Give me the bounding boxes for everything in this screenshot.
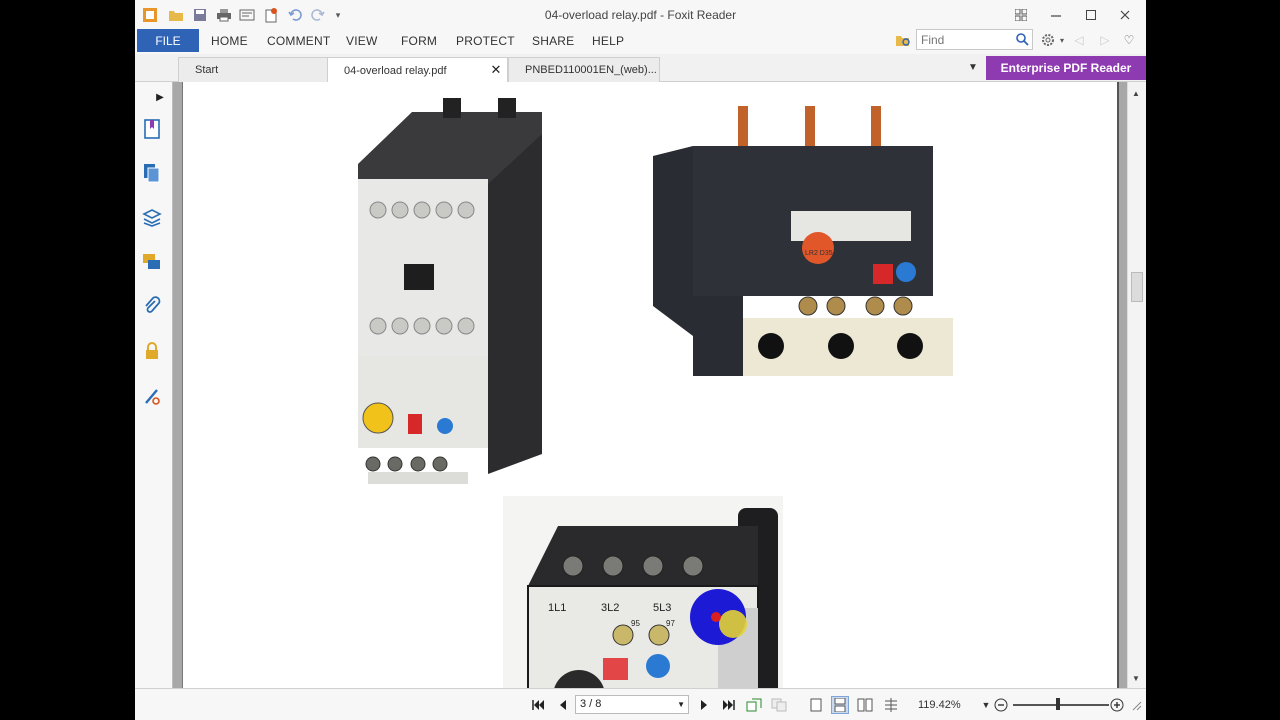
zoom-level[interactable]: 119.42% [918,699,961,711]
security-lock-icon[interactable] [141,340,163,362]
close-window-button[interactable] [1116,6,1134,24]
page-thumbnails-icon[interactable] [141,162,163,184]
zoom-out-icon[interactable] [992,696,1010,714]
terminal-label-3l2: 3L2 [601,602,619,614]
bookmark-icon[interactable] [141,118,163,140]
page-number-value: 3 / 8 [580,698,602,710]
tab-label: PNBED110001EN_(web)... [525,64,657,76]
tab-label: 04-overload relay.pdf [344,64,447,77]
forward-arrow-icon[interactable]: ▷ [1097,32,1113,48]
zoom-in-icon[interactable] [1108,696,1126,714]
zoom-slider-thumb[interactable] [1056,698,1060,710]
title-bar: ▾ 04-overload relay.pdf - Foxit Reader [135,0,1146,30]
layout-grid-icon[interactable] [1012,6,1030,24]
minimize-button[interactable] [1047,6,1065,24]
pdf-page: LR2 D35 1L1 3L2 5L3 95 97 [182,82,1119,688]
contact-label-97: 97 [666,619,675,628]
menu-share[interactable]: SHARE [532,34,574,48]
single-page-view-icon[interactable] [807,696,825,714]
page-number-field[interactable]: 3 / 8 ▼ [575,695,689,714]
settings-dropdown-icon[interactable]: ▾ [1054,32,1070,48]
menu-form[interactable]: FORM [401,34,437,48]
status-bar: 3 / 8 ▼ 119.42% ▼ [135,688,1146,720]
go-to-view-icon[interactable] [745,696,763,714]
facing-view-icon[interactable] [856,696,874,714]
tab-start[interactable]: Start [178,57,328,82]
continuous-facing-view-icon[interactable] [882,696,900,714]
expand-panel-icon[interactable]: ▶ [149,86,171,108]
menu-protect[interactable]: PROTECT [456,34,515,48]
foxit-reader-window: ▾ 04-overload relay.pdf - Foxit Reader F… [135,0,1146,720]
contact-label-95: 95 [631,619,640,628]
window-title: 04-overload relay.pdf - Foxit Reader [544,8,737,22]
close-tab-icon[interactable]: ✕ [489,62,503,77]
tab-label: Start [195,64,219,76]
relay-closeup-photo: 1L1 3L2 5L3 95 97 [503,496,783,688]
continuous-view-icon[interactable] [831,696,849,714]
file-menu-button[interactable]: FILE [137,29,199,52]
tab-overload-relay[interactable]: 04-overload relay.pdf ✕ [327,57,508,83]
menu-help[interactable]: HELP [592,34,624,48]
menu-view[interactable]: VIEW [346,34,377,48]
layers-icon[interactable] [141,207,163,229]
signature-icon[interactable] [141,385,163,407]
relay-model-label: LR2 D35 [805,250,833,257]
page-dropdown-icon[interactable]: ▼ [677,696,685,713]
first-page-icon[interactable] [529,696,547,714]
find-input[interactable] [917,30,1013,49]
contactor-relay-photo [358,98,542,484]
thermal-overload-relay-photo: LR2 D35 [653,106,953,376]
tab-list-dropdown-icon[interactable]: ▼ [968,62,978,73]
search-icon[interactable] [1015,32,1029,51]
menu-home[interactable]: HOME [211,34,248,48]
previous-page-icon[interactable] [554,696,572,714]
previous-view-icon[interactable] [770,696,788,714]
back-arrow-icon[interactable]: ◁ [1071,32,1087,48]
maximize-button[interactable] [1082,6,1100,24]
scroll-up-icon[interactable]: ▲ [1132,89,1140,98]
enterprise-pdf-reader-button[interactable]: Enterprise PDF Reader [986,56,1146,80]
find-field[interactable] [916,29,1033,50]
terminal-label-1l1: 1L1 [548,602,566,614]
document-viewport[interactable]: LR2 D35 1L1 3L2 5L3 95 97 [173,82,1127,688]
menu-bar: FILE HOME COMMENT VIEW FORM PROTECT SHAR… [135,28,1146,54]
scrollbar-thumb[interactable] [1131,272,1143,302]
terminal-label-5l3: 5L3 [653,602,671,614]
resize-grip-icon[interactable] [1127,696,1145,714]
attachment-icon[interactable] [141,295,163,317]
zoom-slider[interactable] [1013,704,1109,706]
collapse-ribbon-icon[interactable]: ♡ [1121,32,1137,48]
last-page-icon[interactable] [720,696,738,714]
comments-icon[interactable] [141,251,163,273]
tab-pnbed[interactable]: PNBED110001EN_(web)... [508,57,660,82]
document-tab-bar: Start 04-overload relay.pdf ✕ PNBED11000… [135,54,1146,83]
navigation-sidebar: ▶ [135,82,173,688]
vertical-scrollbar[interactable]: ▲ ▼ [1127,82,1146,688]
scroll-down-icon[interactable]: ▼ [1132,674,1140,683]
menu-comment[interactable]: COMMENT [267,34,330,48]
next-page-icon[interactable] [695,696,713,714]
search-folder-icon[interactable] [895,32,911,48]
